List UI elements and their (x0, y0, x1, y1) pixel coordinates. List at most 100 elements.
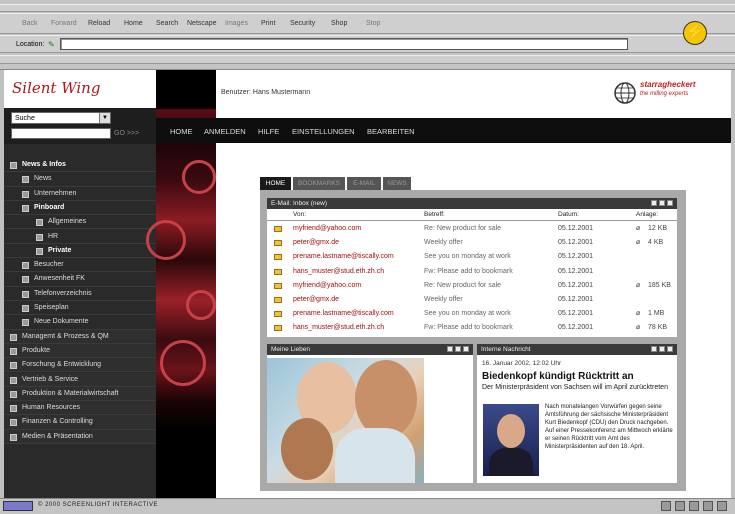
column-from[interactable]: Von: (293, 211, 306, 218)
mail-icon[interactable] (661, 501, 671, 511)
email-row[interactable]: prename.lastname@tiscally.com See you on … (267, 307, 677, 321)
inbox-panel: E-Mail: Inbox (new) Von: Betreff: Datum:… (267, 198, 677, 337)
sidebar-item[interactable]: Forschung & Entwicklung (4, 358, 156, 373)
status-text: © 2000 SCREENLIGHT INTERACTIVE (38, 502, 159, 508)
folder-icon (22, 262, 29, 270)
sidebar-item[interactable]: Anwesenheit FK (4, 272, 156, 287)
sidebar-item[interactable]: HR (4, 230, 156, 244)
search-go-button[interactable]: GO >>> (114, 130, 139, 137)
security-icon[interactable] (717, 501, 727, 511)
folder-icon (10, 433, 17, 441)
window-controls (651, 346, 673, 352)
email-row[interactable]: myfriend@yahoo.com Re: New product for sa… (267, 279, 677, 293)
news-panel-header: Interne Nachricht (477, 344, 677, 355)
search-input[interactable] (11, 128, 111, 139)
folder-icon (22, 190, 29, 198)
sidebar-item[interactable]: Speiseplan (4, 301, 156, 316)
folder-icon (36, 219, 43, 227)
sidebar-item[interactable]: Besucher (4, 258, 156, 273)
sidebar-item[interactable]: Allgemeines (4, 215, 156, 230)
sidebar-item[interactable]: Finanzen & Controlling (4, 415, 156, 430)
sidebar-item[interactable]: Medien & Präsentation (4, 429, 156, 444)
news-image (483, 404, 539, 476)
envelope-icon (274, 254, 282, 261)
toolbar-grip (0, 4, 735, 12)
email-subject: Re: New product for sale (424, 225, 502, 232)
topnav-item[interactable]: HOME (170, 127, 193, 136)
save-icon[interactable] (447, 346, 453, 352)
browser-stop-button[interactable]: Stop (366, 20, 380, 27)
email-size: 12 KB (648, 225, 668, 232)
browser-reload-button[interactable]: Reload (88, 20, 110, 27)
sidebar-item[interactable]: News & Infos (4, 158, 156, 173)
topnav-item[interactable]: ANMELDEN (204, 127, 246, 136)
column-date[interactable]: Datum: (558, 211, 579, 218)
envelope-icon (274, 226, 282, 232)
sidebar-item[interactable]: Produktion & Materialwirtschaft (4, 386, 156, 402)
sidebar-item[interactable]: Pinboard (4, 201, 156, 216)
lock-icon[interactable] (689, 501, 699, 511)
browser-search-button[interactable]: Search (156, 20, 178, 27)
news-headline[interactable]: Biedenkopf kündigt Rücktritt an (482, 371, 634, 382)
netscape-throbber-icon[interactable]: ⚡ (683, 21, 707, 45)
browser-home-button[interactable]: Home (124, 20, 143, 27)
minimize-icon[interactable] (659, 200, 665, 206)
email-row[interactable]: hans_muster@stud.eth.zh.ch Fw: Please add… (267, 265, 677, 279)
sidebar-item-label: Neue Dokumente (34, 318, 89, 326)
save-icon[interactable] (651, 200, 657, 206)
folder-icon (10, 390, 17, 398)
face-shape (355, 360, 417, 438)
close-icon[interactable] (463, 346, 469, 352)
email-subject: Fw: Please add to bookmark (424, 267, 513, 275)
folder-icon (10, 347, 17, 355)
logo[interactable]: Silent Wing (12, 79, 100, 97)
sidebar-item[interactable]: Human Resources (4, 401, 156, 416)
email-date: 05.12.2001 (558, 324, 594, 332)
sidebar-item[interactable]: News (4, 172, 156, 187)
email-row[interactable]: prename.lastname@tiscally.com See you on … (267, 250, 677, 264)
browser-forward-button[interactable]: Forward (51, 20, 77, 27)
location-field[interactable] (60, 38, 628, 50)
online-icon[interactable] (703, 501, 713, 511)
sidebar-item-label: News (34, 175, 52, 183)
paperclip-icon: ⌀ (636, 310, 641, 318)
topnav-item[interactable]: BEARBEITEN (367, 127, 415, 136)
folder-icon (10, 362, 17, 370)
email-row[interactable]: peter@gmx.de Weekly offer 05.12.2001 ⌀ 4 KB (267, 236, 677, 250)
minimize-icon[interactable] (659, 346, 665, 352)
browser-security-button[interactable]: Security (290, 20, 315, 27)
search-select[interactable]: Suche ▼ (11, 112, 111, 124)
sidebar-item[interactable]: Managemt & Prozess & QM (4, 329, 156, 344)
tab-news[interactable]: NEWS (383, 177, 411, 190)
sidebar-item[interactable]: Private (4, 244, 156, 259)
close-icon[interactable] (667, 346, 673, 352)
email-row[interactable]: peter@gmx.de Weekly offer 05.12.2001 (267, 293, 677, 307)
email-row[interactable]: myfriend@yahoo.com Re: New product for sa… (267, 222, 677, 236)
tab-bookmarks[interactable]: BOOKMARKS (293, 177, 345, 190)
composer-icon[interactable] (675, 501, 685, 511)
sidebar-item[interactable]: Unternehmen (4, 187, 156, 201)
tab-email[interactable]: E-MAIL (347, 177, 381, 190)
tab-home[interactable]: HOME (260, 177, 291, 190)
close-icon[interactable] (667, 200, 673, 206)
email-row[interactable]: hans_muster@stud.eth.zh.ch Fw: Please add… (267, 321, 677, 335)
chevron-down-icon: ▼ (99, 113, 110, 123)
topnav-item[interactable]: EINSTELLUNGEN (292, 127, 355, 136)
browser-shop-button[interactable]: Shop (331, 20, 347, 27)
bookmark-icon[interactable]: ✎ (48, 40, 55, 49)
browser-print-button[interactable]: Print (261, 20, 275, 27)
save-icon[interactable] (651, 346, 657, 352)
sidebar-item[interactable]: Neue Dokumente (4, 315, 156, 330)
sidebar-item[interactable]: Vertrieb & Service (4, 372, 156, 387)
sidebar-item[interactable]: Produkte (4, 343, 156, 359)
column-subject[interactable]: Betreff: (424, 211, 445, 218)
topnav-item[interactable]: HILFE (258, 127, 279, 136)
sidebar-item[interactable]: Telefonverzeichnis (4, 287, 156, 301)
gear-shape (160, 340, 206, 386)
column-attachment[interactable]: Anlage: (636, 211, 658, 218)
browser-back-button[interactable]: Back (22, 20, 38, 27)
browser-netscape-button[interactable]: Netscape (187, 20, 217, 27)
minimize-icon[interactable] (455, 346, 461, 352)
component-bar-icon[interactable] (3, 501, 33, 511)
browser-images-button[interactable]: Images (225, 20, 248, 27)
